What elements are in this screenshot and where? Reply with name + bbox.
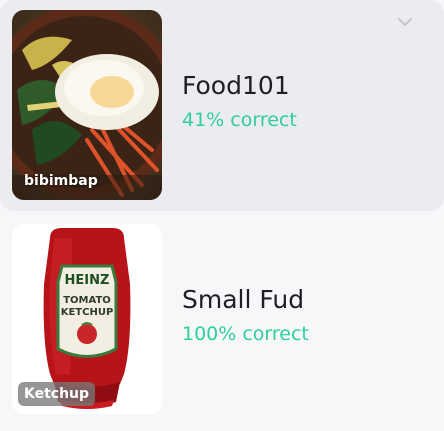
bibimbap-photo — [12, 10, 162, 200]
chevron-down-icon[interactable] — [397, 16, 413, 28]
dataset-thumbnail: bibimbap — [12, 10, 162, 200]
dataset-score: 41% correct — [182, 109, 297, 131]
bottle-line1-text: TOMATO — [63, 295, 111, 306]
dataset-card-food101[interactable]: bibimbap Food101 41% correct — [0, 0, 444, 211]
bottle-line2-text: KETCHUP — [61, 307, 114, 318]
bottle-brand-text: HEINZ — [65, 273, 110, 288]
dataset-thumbnail: HEINZ TOMATO KETCHUP Ketchup — [12, 224, 162, 414]
thumbnail-label: bibimbap — [24, 173, 98, 189]
dataset-title: Small Fud — [182, 285, 305, 314]
dataset-card-small-fud[interactable]: HEINZ TOMATO KETCHUP Ketchup Small Fud 1… — [0, 214, 444, 424]
dataset-title: Food101 — [182, 71, 290, 100]
dataset-score: 100% correct — [182, 323, 309, 345]
thumbnail-label: Ketchup — [18, 382, 96, 406]
